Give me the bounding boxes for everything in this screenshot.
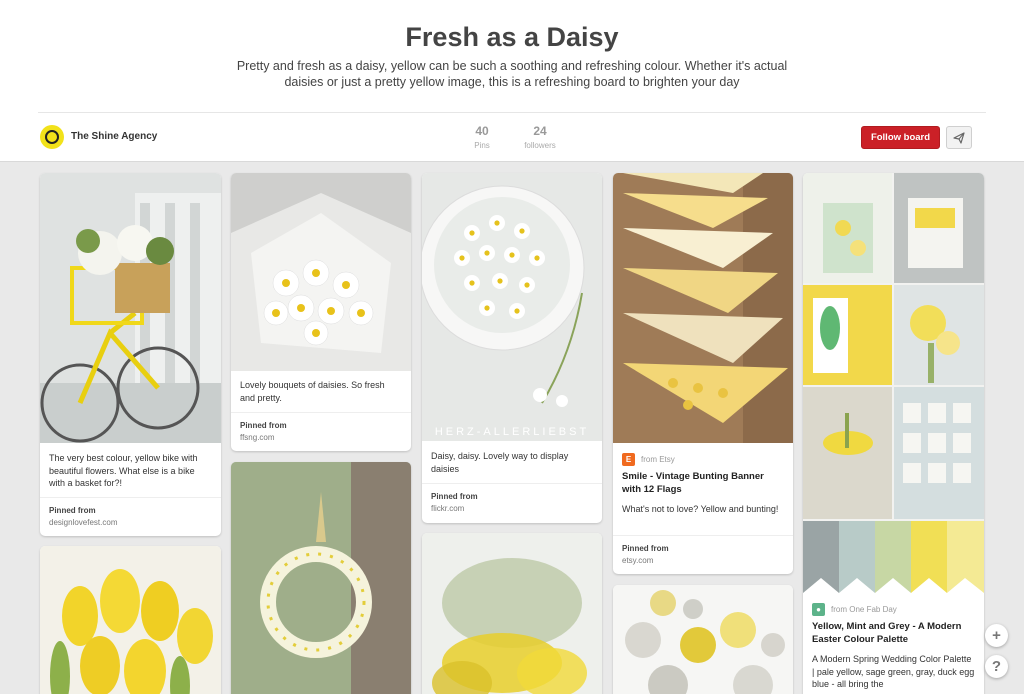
pin-domain[interactable]: flickr.com [431, 504, 593, 513]
header-divider [38, 112, 986, 113]
follow-board-button[interactable]: Follow board [861, 126, 940, 149]
pin-card-yellow-bike[interactable]: The very best colour, yellow bike with b… [40, 173, 221, 536]
pin-source[interactable]: Pinned from ffsng.com [231, 412, 411, 451]
pin-card-yellow-tulips[interactable] [40, 546, 221, 694]
pin-caption: Daisy, daisy. Lovely way to display dais… [431, 451, 569, 474]
pin-attribution-text: from One Fab Day [831, 605, 897, 614]
followers-stat[interactable]: 24 followers [517, 124, 563, 150]
board-description: Pretty and fresh as a daisy, yellow can … [236, 59, 788, 89]
one-fab-day-icon: ● [812, 603, 825, 616]
pin-source[interactable]: Pinned from designlovefest.com [40, 497, 221, 536]
pinned-from-label: Pinned from [431, 492, 478, 501]
pin-image-daisy-wreath[interactable] [231, 462, 411, 694]
pin-caption: A Modern Spring Wedding Color Palette | … [812, 654, 975, 689]
pin-card-colour-palette[interactable]: ● from One Fab Day Yellow, Mint and Grey… [803, 173, 984, 694]
add-pin-button[interactable]: + [985, 624, 1008, 647]
owner-avatar[interactable] [40, 125, 64, 149]
pin-image-yellow-tulips[interactable] [40, 546, 221, 694]
pin-image-yellow-blur[interactable] [422, 533, 602, 694]
pin-domain[interactable]: designlovefest.com [49, 518, 212, 527]
followers-label: followers [524, 141, 556, 150]
owner-name[interactable]: The Shine Agency [71, 131, 157, 142]
pinned-from-label: Pinned from [240, 421, 287, 430]
pin-image-bunting[interactable] [613, 173, 793, 443]
pins-stat[interactable]: 40 Pins [467, 124, 497, 150]
pin-source[interactable]: Pinned from etsy.com [613, 535, 793, 574]
pin-image-palette-collage[interactable] [803, 173, 984, 593]
pin-card-daisies-bowl[interactable]: HERZ-ALLERLIEBST Daisy, daisy. Lovely wa… [422, 173, 602, 523]
pin-title[interactable]: Yellow, Mint and Grey - A Modern Easter … [812, 620, 975, 646]
image-watermark: HERZ-ALLERLIEBST [435, 426, 589, 438]
pin-image-daisies-bowl[interactable]: HERZ-ALLERLIEBST [422, 173, 602, 441]
send-board-button[interactable] [946, 126, 972, 149]
board-header: Fresh as a Daisy Pretty and fresh as a d… [0, 0, 1024, 162]
paper-plane-icon [953, 131, 965, 144]
pins-count: 40 [475, 124, 489, 138]
pin-card-yellow-blur[interactable] [422, 533, 602, 694]
pin-image-illustrated-flowers[interactable] [613, 585, 793, 694]
pin-caption: What's not to love? Yellow and bunting! [622, 504, 779, 514]
pin-domain[interactable]: etsy.com [622, 556, 784, 565]
pin-card-daisy-bouquets[interactable]: Lovely bouquets of daisies. So fresh and… [231, 173, 411, 451]
pin-attribution-text: from Etsy [641, 455, 675, 464]
pin-caption: The very best colour, yellow bike with b… [49, 453, 198, 488]
pin-card-daisy-wreath[interactable] [231, 462, 411, 694]
pin-card-bunting[interactable]: E from Etsy Smile - Vintage Bunting Bann… [613, 173, 793, 574]
pinned-from-label: Pinned from [622, 544, 669, 553]
pin-attribution[interactable]: E from Etsy [622, 453, 675, 466]
pins-label: Pins [474, 141, 490, 150]
pin-domain[interactable]: ffsng.com [240, 433, 402, 442]
pin-card-illustrated-flowers[interactable] [613, 585, 793, 694]
etsy-icon: E [622, 453, 635, 466]
pin-caption: Lovely bouquets of daisies. So fresh and… [240, 380, 385, 403]
board-title: Fresh as a Daisy [405, 22, 619, 52]
pin-source[interactable]: Pinned from flickr.com [422, 483, 602, 523]
pin-image-daisy-bouquets[interactable] [231, 173, 411, 371]
pin-image-yellow-bike[interactable] [40, 173, 221, 443]
pinned-from-label: Pinned from [49, 506, 96, 515]
pin-title[interactable]: Smile - Vintage Bunting Banner with 12 F… [622, 470, 784, 496]
pin-attribution[interactable]: ● from One Fab Day [812, 603, 897, 616]
help-button[interactable]: ? [985, 655, 1008, 678]
followers-count: 24 [533, 124, 547, 138]
